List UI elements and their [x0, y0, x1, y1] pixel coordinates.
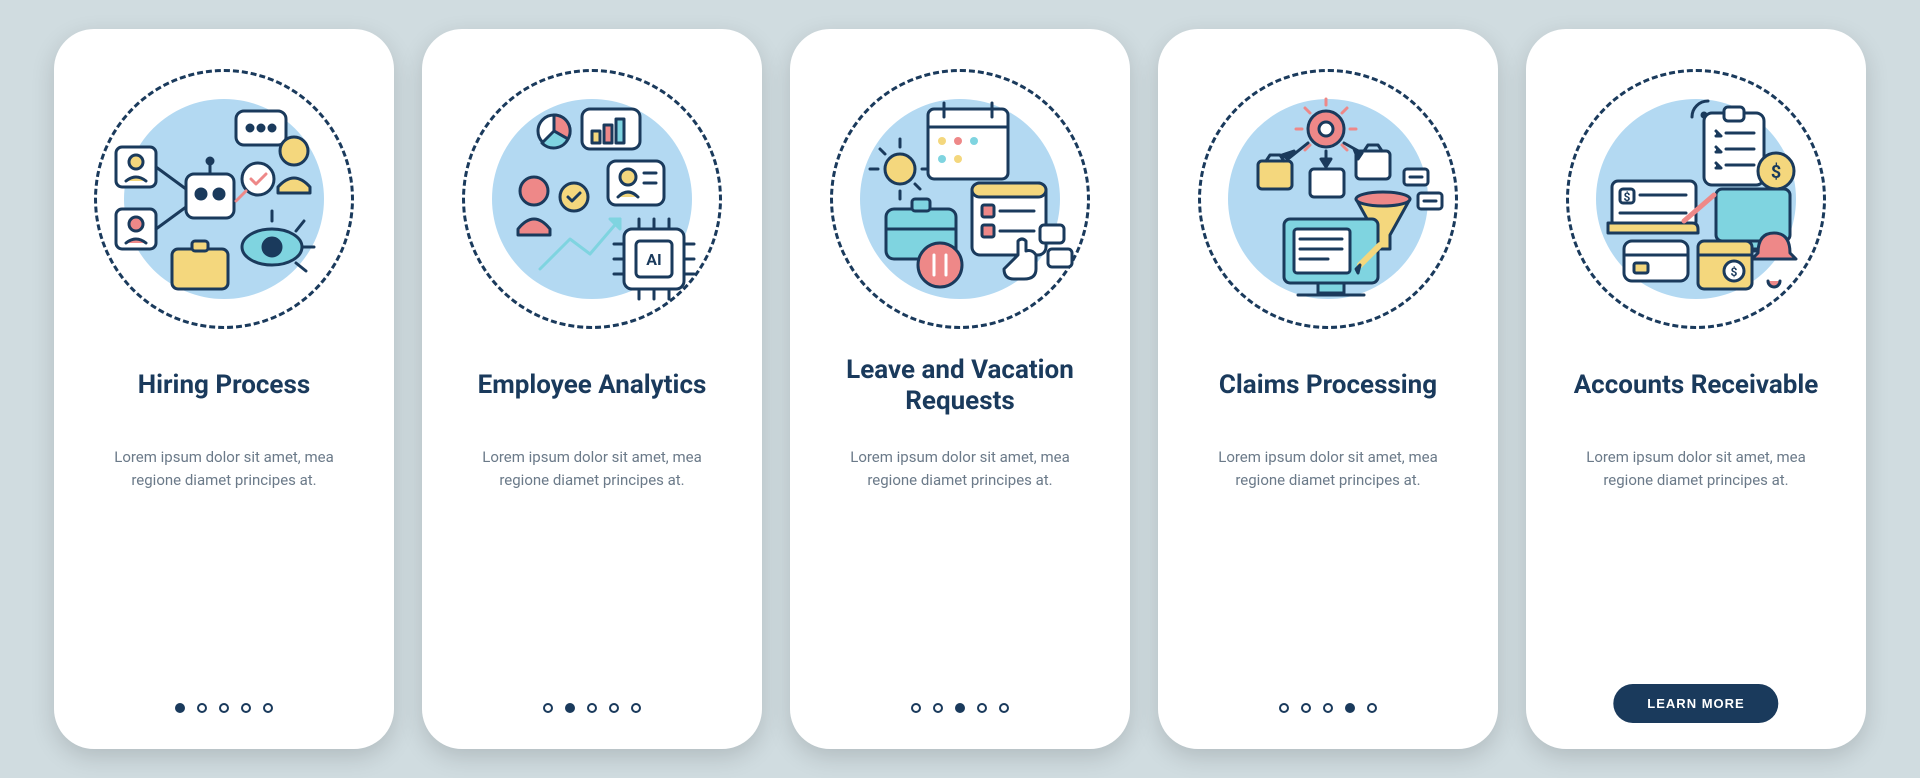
page-dot[interactable]: [1323, 703, 1333, 713]
card-description: Lorem ipsum dolor sit amet, mea regione …: [820, 446, 1100, 491]
page-dot[interactable]: [1279, 703, 1289, 713]
learn-more-button[interactable]: LEARN MORE: [1613, 684, 1778, 723]
page-dot[interactable]: [1345, 703, 1355, 713]
page-dot[interactable]: [631, 703, 641, 713]
onboarding-card: Claims Processing Lorem ipsum dolor sit …: [1158, 29, 1498, 749]
card-title: Leave and Vacation Requests: [820, 354, 1100, 418]
card-description: Lorem ipsum dolor sit amet, mea regione …: [452, 446, 732, 491]
card-title: Employee Analytics: [478, 354, 707, 418]
card-title: Accounts Receivable: [1574, 354, 1819, 418]
card-title: Claims Processing: [1219, 354, 1437, 418]
page-dot[interactable]: [241, 703, 251, 713]
onboarding-card: $ $ $: [1526, 29, 1866, 749]
page-dot[interactable]: [565, 703, 575, 713]
onboarding-screens: Hiring Process Lorem ipsum dolor sit ame…: [54, 29, 1866, 749]
page-dot[interactable]: [1301, 703, 1311, 713]
hiring-process-icon: [94, 69, 354, 329]
page-dot[interactable]: [543, 703, 553, 713]
page-dot[interactable]: [219, 703, 229, 713]
page-dot[interactable]: [933, 703, 943, 713]
page-dot[interactable]: [1367, 703, 1377, 713]
page-dot[interactable]: [197, 703, 207, 713]
card-title: Hiring Process: [138, 354, 310, 418]
claims-processing-icon: [1198, 69, 1458, 329]
page-dot[interactable]: [175, 703, 185, 713]
page-dot[interactable]: [999, 703, 1009, 713]
leave-vacation-icon: [830, 69, 1090, 329]
page-indicator: [911, 703, 1009, 713]
svg-text:$: $: [1731, 265, 1738, 279]
page-indicator: [175, 703, 273, 713]
accounts-receivable-icon: $ $ $: [1566, 69, 1826, 329]
page-dot[interactable]: [263, 703, 273, 713]
employee-analytics-icon: AI: [462, 69, 722, 329]
card-description: Lorem ipsum dolor sit amet, mea regione …: [1188, 446, 1468, 491]
page-indicator: [1279, 703, 1377, 713]
svg-text:$: $: [1624, 190, 1631, 204]
page-dot[interactable]: [955, 703, 965, 713]
svg-text:AI: AI: [646, 250, 661, 269]
onboarding-card: Hiring Process Lorem ipsum dolor sit ame…: [54, 29, 394, 749]
svg-text:$: $: [1771, 162, 1781, 183]
page-indicator: [543, 703, 641, 713]
card-description: Lorem ipsum dolor sit amet, mea regione …: [1556, 446, 1836, 491]
card-description: Lorem ipsum dolor sit amet, mea regione …: [84, 446, 364, 491]
onboarding-card: AI Employee Analytics Lorem ipsum dolor …: [422, 29, 762, 749]
page-dot[interactable]: [911, 703, 921, 713]
onboarding-card: Leave and Vacation Requests Lorem ipsum …: [790, 29, 1130, 749]
page-dot[interactable]: [587, 703, 597, 713]
page-dot[interactable]: [609, 703, 619, 713]
page-dot[interactable]: [977, 703, 987, 713]
